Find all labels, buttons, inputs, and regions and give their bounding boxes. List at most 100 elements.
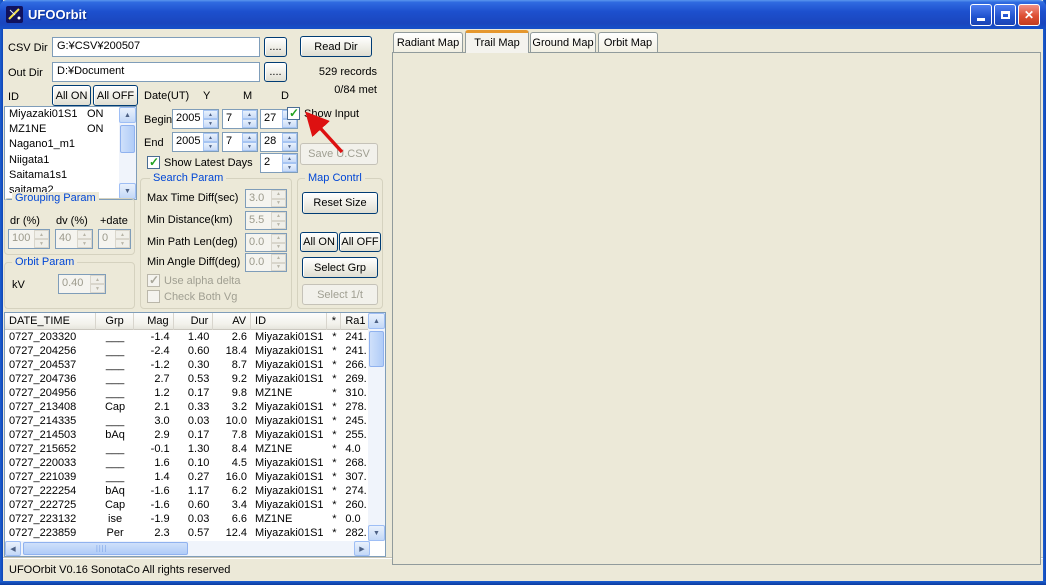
table-row[interactable]: 0727_222254bAq-1.61.176.2Miyazaki01S1*27…: [5, 484, 385, 498]
tab-radiant-map[interactable]: Radiant Map: [393, 32, 463, 53]
spin-down-icon[interactable]: ▼: [242, 119, 257, 128]
map-all-on-button[interactable]: All ON: [300, 232, 338, 252]
minimize-button[interactable]: [970, 4, 992, 26]
table-row[interactable]: 0727_222725Cap-1.60.603.4Miyazaki01S1*26…: [5, 498, 385, 512]
column-header[interactable]: Dur: [174, 313, 214, 330]
column-header[interactable]: Mag: [134, 313, 174, 330]
spin-down-icon[interactable]: ▼: [203, 142, 218, 151]
use-alpha-delta-checkbox[interactable]: [147, 274, 160, 287]
table-cell: Miyazaki01S1: [251, 400, 327, 414]
column-header[interactable]: Grp: [96, 313, 134, 330]
table-row[interactable]: 0727_204256___-2.40.6018.4Miyazaki01S1*2…: [5, 344, 385, 358]
spin-down-icon[interactable]: ▼: [282, 142, 297, 151]
id-all-off-button[interactable]: All OFF: [93, 85, 138, 106]
scroll-up-icon[interactable]: ▲: [368, 313, 385, 329]
table-row[interactable]: 0727_220033___1.60.104.5Miyazaki01S1*268…: [5, 456, 385, 470]
check-both-vg-checkbox[interactable]: [147, 290, 160, 303]
min-distance-spinner[interactable]: 5.5▲▼: [245, 211, 287, 230]
scroll-thumb[interactable]: [120, 125, 135, 153]
show-latest-days-spinner[interactable]: 2▲▼: [260, 153, 298, 173]
id-list-item[interactable]: Saitama1s1: [5, 168, 136, 183]
begin-year-spinner[interactable]: 2005▲▼: [172, 109, 219, 129]
dr-spinner[interactable]: 100▲▼: [8, 229, 50, 249]
end-month-spinner[interactable]: 7▲▼: [222, 132, 258, 152]
max-time-diff-spinner[interactable]: 3.0▲▼: [245, 189, 287, 208]
show-latest-days-checkbox[interactable]: [147, 156, 160, 169]
tab-orbit-map[interactable]: Orbit Map: [598, 32, 658, 53]
spin-up-icon[interactable]: ▲: [242, 110, 257, 119]
table-row[interactable]: 0727_204736___2.70.539.2Miyazaki01S1*269…: [5, 372, 385, 386]
table-cell: *: [327, 498, 341, 512]
table-row[interactable]: 0727_221039___1.40.2716.0Miyazaki01S1*30…: [5, 470, 385, 484]
spin-down-icon[interactable]: ▼: [282, 119, 297, 128]
table-row[interactable]: 0727_215652___-0.11.308.4MZ1NE*4.0: [5, 442, 385, 456]
plusdate-spinner[interactable]: 0▲▼: [98, 229, 131, 249]
table-row[interactable]: 0727_214335___3.00.0310.0Miyazaki01S1*24…: [5, 414, 385, 428]
spin-down-icon[interactable]: ▼: [242, 142, 257, 151]
id-list-item[interactable]: Niigata1: [5, 153, 136, 168]
scroll-right-icon[interactable]: ▶: [354, 541, 370, 556]
min-path-len-spinner[interactable]: 0.0▲▼: [245, 233, 287, 252]
map-all-off-button[interactable]: All OFF: [339, 232, 381, 252]
column-header[interactable]: ID: [251, 313, 327, 330]
reset-size-button[interactable]: Reset Size: [302, 192, 378, 214]
spin-down-icon[interactable]: ▼: [203, 119, 218, 128]
csv-dir-browse-button[interactable]: ....: [264, 37, 287, 57]
end-day-spinner[interactable]: 28▲▼: [260, 132, 298, 152]
table-row[interactable]: 0727_223859Per2.30.5712.4Miyazaki01S1*28…: [5, 526, 385, 540]
spin-up-icon[interactable]: ▲: [242, 133, 257, 142]
end-year-spinner[interactable]: 2005▲▼: [172, 132, 219, 152]
tab-ground-map[interactable]: Ground Map: [530, 32, 596, 53]
spin-up-icon[interactable]: ▲: [282, 133, 297, 142]
table-cell: 8.4: [213, 442, 251, 456]
dv-spinner[interactable]: 40▲▼: [55, 229, 93, 249]
id-list-item[interactable]: Nagano1_m1: [5, 137, 136, 152]
close-button[interactable]: ✕: [1018, 4, 1040, 26]
scroll-up-icon[interactable]: ▲: [119, 107, 136, 123]
table-hscrollbar[interactable]: ◀ |||| ▶: [5, 541, 370, 556]
id-list-item[interactable]: Miyazaki01S1ON: [5, 107, 136, 122]
scroll-down-icon[interactable]: ▼: [368, 525, 385, 541]
min-angle-diff-spinner[interactable]: 0.0▲▼: [245, 253, 287, 272]
kv-spinner[interactable]: 0.40▲▼: [58, 274, 106, 294]
station-id-list[interactable]: Miyazaki01S1ONMZ1NEONNagano1_m1Niigata1S…: [4, 106, 137, 200]
table-row[interactable]: 0727_223132ise-1.90.036.6MZ1NE*0.0: [5, 512, 385, 526]
begin-month-spinner[interactable]: 7▲▼: [222, 109, 258, 129]
meteor-table[interactable]: DATE_TIMEGrpMagDurAVID*Ra1 0727_203320__…: [4, 312, 386, 557]
read-dir-button[interactable]: Read Dir: [300, 36, 372, 57]
spin-up-icon[interactable]: ▲: [203, 110, 218, 119]
table-header[interactable]: DATE_TIMEGrpMagDurAVID*Ra1: [5, 313, 385, 330]
id-list-scrollbar[interactable]: ▲ ▼: [119, 107, 136, 199]
tab-trail-map[interactable]: Trail Map: [465, 30, 529, 53]
titlebar[interactable]: UFOOrbit ✕: [0, 0, 1046, 29]
spin-up-icon[interactable]: ▲: [203, 133, 218, 142]
select-grp-button[interactable]: Select Grp: [302, 257, 378, 278]
table-cell: bAq: [96, 428, 134, 442]
table-vscrollbar[interactable]: ▲ ▼: [368, 313, 385, 541]
table-row[interactable]: 0727_204956___1.20.179.8MZ1NE*310.: [5, 386, 385, 400]
scroll-thumb[interactable]: [369, 331, 384, 367]
month-col-label: M: [243, 90, 252, 102]
table-row[interactable]: 0727_204537___-1.20.308.7Miyazaki01S1*26…: [5, 358, 385, 372]
spin-up-icon[interactable]: ▲: [282, 154, 297, 163]
table-cell: 12.4: [213, 526, 251, 540]
out-dir-input[interactable]: D:¥Document: [52, 62, 260, 82]
id-all-on-button[interactable]: All ON: [52, 85, 91, 106]
column-header[interactable]: *: [327, 313, 341, 330]
scroll-left-icon[interactable]: ◀: [5, 541, 21, 556]
table-row[interactable]: 0727_214503bAq2.90.177.8Miyazaki01S1*255…: [5, 428, 385, 442]
save-ucsv-button[interactable]: Save U.CSV: [300, 143, 378, 165]
maximize-button[interactable]: [994, 4, 1016, 26]
column-header[interactable]: AV: [213, 313, 251, 330]
out-dir-browse-button[interactable]: ....: [264, 62, 287, 82]
scroll-down-icon[interactable]: ▼: [119, 183, 136, 199]
csv-dir-input[interactable]: G:¥CSV¥200507: [52, 37, 260, 57]
column-header[interactable]: DATE_TIME: [5, 313, 96, 330]
id-list-item[interactable]: MZ1NEON: [5, 122, 136, 137]
table-row[interactable]: 0727_213408Cap2.10.333.2Miyazaki01S1*278…: [5, 400, 385, 414]
spin-down-icon[interactable]: ▼: [282, 163, 297, 172]
show-input-checkbox[interactable]: [287, 107, 300, 120]
select-1t-button[interactable]: Select 1/t: [302, 284, 378, 305]
table-row[interactable]: 0727_203320___-1.41.402.6Miyazaki01S1*24…: [5, 330, 385, 344]
scroll-thumb[interactable]: ||||: [23, 542, 188, 555]
